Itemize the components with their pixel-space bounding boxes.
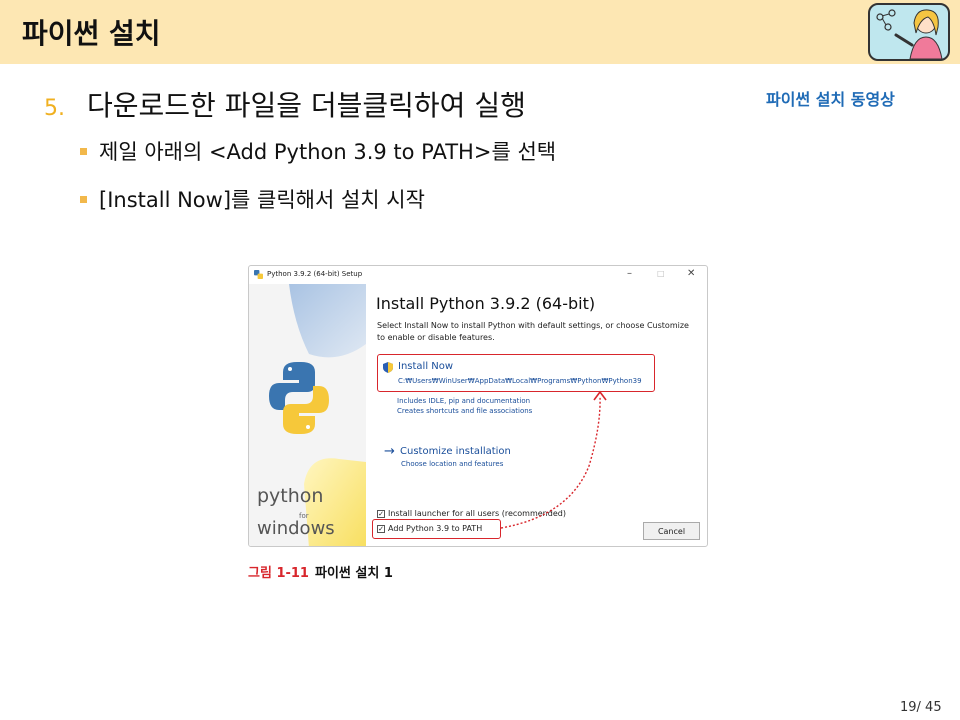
launcher-checkbox[interactable]: ✓ Install launcher for all users (recomme… xyxy=(377,509,566,518)
checkbox-checked-icon: ✓ xyxy=(377,524,385,533)
checkbox-checked-icon: ✓ xyxy=(377,509,385,518)
step-heading: 5. 다운로드한 파일을 더블클릭하여 실행 xyxy=(44,84,526,124)
cancel-button[interactable]: Cancel xyxy=(643,522,700,540)
python-brand-windows: windows xyxy=(257,518,335,539)
path-checkbox-label: Add Python 3.9 to PATH xyxy=(388,524,483,533)
customize-label: Customize installation xyxy=(400,446,511,457)
header-bar: 파이썬 설치 xyxy=(0,0,960,64)
install-now-label: Install Now xyxy=(398,361,454,372)
step-text: 다운로드한 파일을 더블클릭하여 실행 xyxy=(87,89,526,122)
bullet-item: [Install Now]를 클릭해서 설치 시작 xyxy=(80,184,425,214)
launcher-checkbox-label: Install launcher for all users (recommen… xyxy=(388,509,566,518)
close-button[interactable]: ✕ xyxy=(687,268,695,279)
installer-side-banner: python for windows xyxy=(249,284,366,546)
video-link[interactable]: 파이썬 설치 동영상 xyxy=(766,86,895,110)
installer-window: Python 3.9.2 (64-bit) Setup – □ ✕ python… xyxy=(248,265,708,547)
installer-window-title: Python 3.9.2 (64-bit) Setup xyxy=(267,270,363,278)
page-number: 19/ 45 xyxy=(900,700,942,715)
bullet-item: 제일 아래의 <Add Python 3.9 to PATH>를 선택 xyxy=(80,136,556,166)
arrow-right-icon: → xyxy=(384,444,395,459)
teacher-avatar-icon xyxy=(868,3,950,61)
installer-heading: Install Python 3.9.2 (64-bit) xyxy=(376,294,596,313)
python-app-icon xyxy=(254,270,263,279)
minimize-button[interactable]: – xyxy=(627,268,632,279)
customize-sub: Choose location and features xyxy=(401,460,504,468)
uac-shield-icon xyxy=(383,362,393,373)
install-now-button[interactable]: Install Now C:₩Users₩WinUser₩AppData₩Loc… xyxy=(377,354,655,392)
figure-caption: 그림 1-11 파이썬 설치 1 xyxy=(248,562,393,581)
installer-titlebar: Python 3.9.2 (64-bit) Setup – □ ✕ xyxy=(249,266,707,284)
figure-number: 그림 1-11 xyxy=(248,566,309,581)
python-banner-art xyxy=(269,284,366,546)
path-checkbox[interactable]: ✓ Add Python 3.9 to PATH xyxy=(377,524,482,533)
step-number: 5. xyxy=(44,96,65,121)
install-now-path: C:₩Users₩WinUser₩AppData₩Local₩Programs₩… xyxy=(398,377,642,385)
figure-title: 파이썬 설치 1 xyxy=(314,566,393,581)
path-checkbox-highlight: ✓ Add Python 3.9 to PATH xyxy=(372,519,501,539)
python-brand-text: python xyxy=(257,485,324,507)
includes-line-1: Includes IDLE, pip and documentation xyxy=(397,397,531,405)
maximize-button[interactable]: □ xyxy=(657,269,665,278)
page-title: 파이썬 설치 xyxy=(22,17,161,50)
install-now-details: Includes IDLE, pip and documentation Cre… xyxy=(397,396,532,416)
includes-line-2: Creates shortcuts and file associations xyxy=(397,407,533,415)
installer-description: Select Install Now to install Python wit… xyxy=(377,321,689,342)
